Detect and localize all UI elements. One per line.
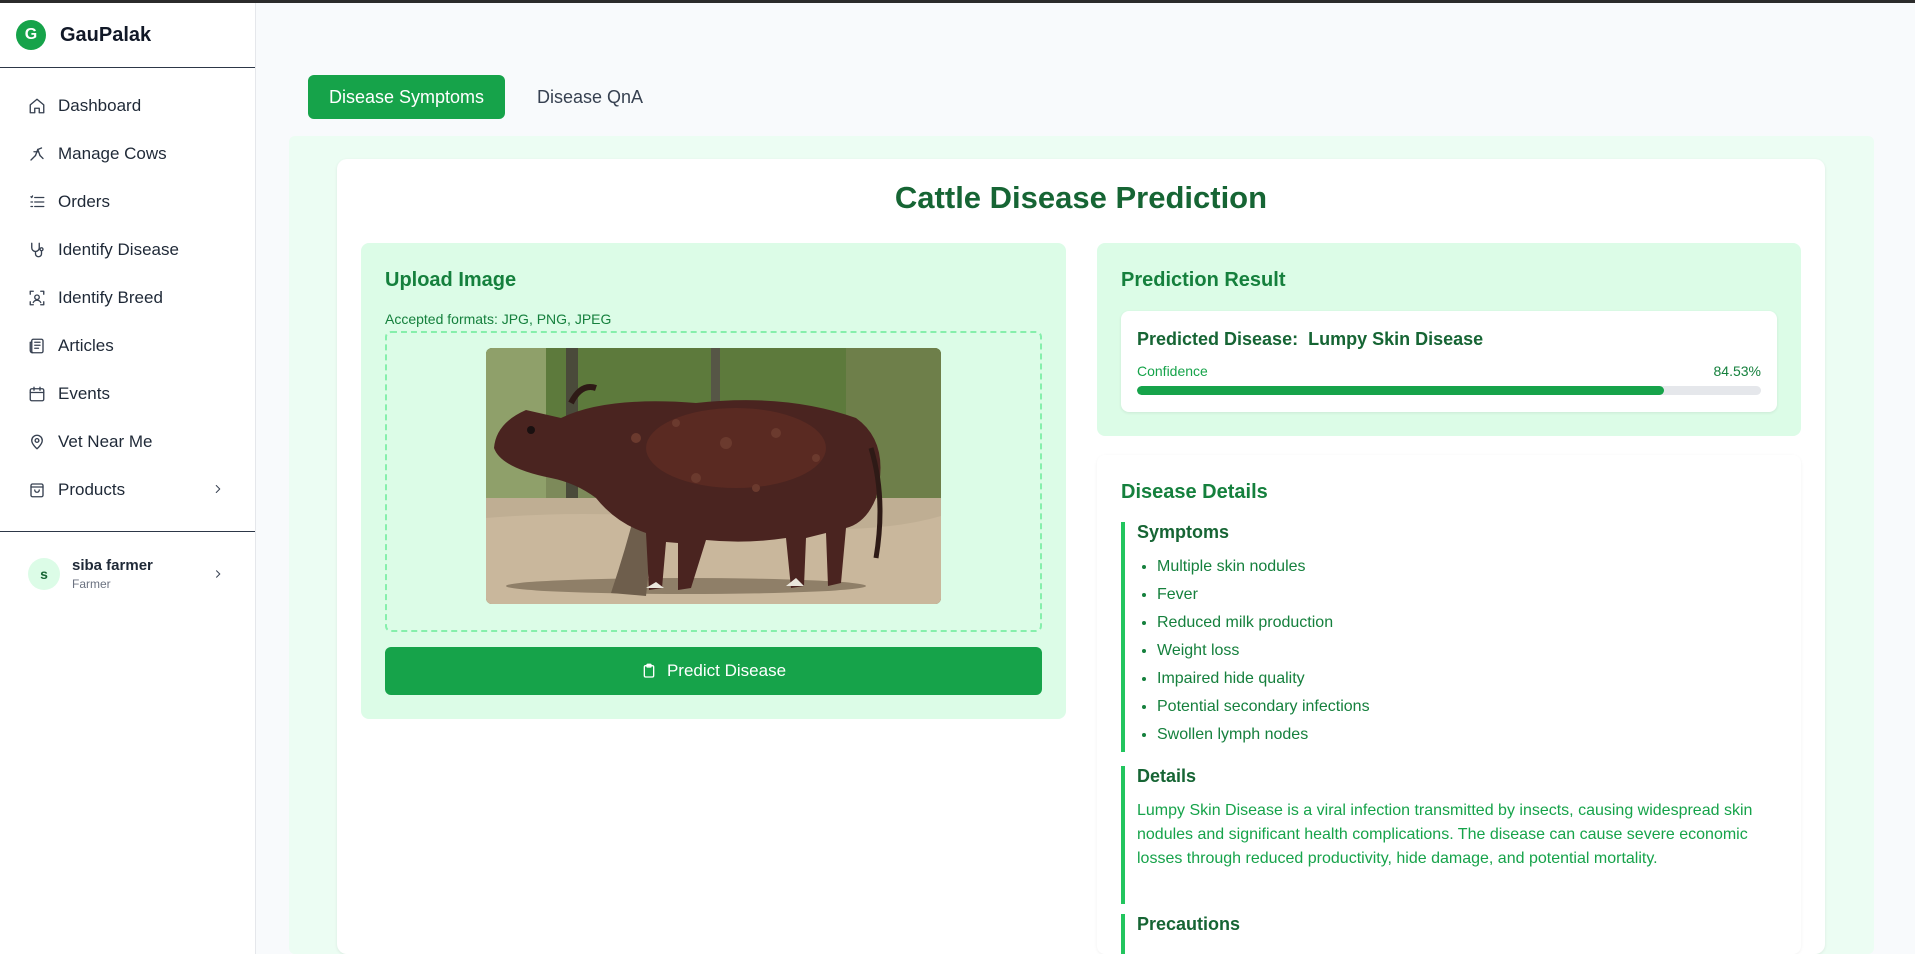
details-text: Lumpy Skin Disease is a viral infection … [1137,802,1753,867]
avatar: s [28,558,60,590]
sidebar-item-label: Identify Breed [58,288,163,307]
sidebar-item-label: Vet Near Me [58,432,153,451]
sidebar-item-label: Articles [58,336,114,355]
image-dropzone[interactable] [385,331,1042,632]
precautions-section: Precautions [1121,914,1240,954]
prediction-result-panel: Prediction Result Predicted Disease: Lum… [1097,243,1801,436]
map-pin-icon [31,434,43,450]
symptom-item: Multiple skin nodules [1157,557,1370,585]
user-menu[interactable]: s siba farmer Farmer [0,532,255,616]
user-name: siba farmer [72,557,153,574]
symptom-item: Weight loss [1157,641,1370,669]
chevron-right-icon [211,482,225,501]
predicted-disease: Predicted Disease: Lumpy Skin Disease [1137,329,1483,350]
accepted-formats: Accepted formats: JPG, PNG, JPEG [385,311,612,327]
sidebar-item-events[interactable]: Events [0,370,255,418]
chevron-right-icon [211,567,225,586]
user-role: Farmer [72,577,111,591]
precautions-heading: Precautions [1137,914,1241,934]
list-icon [30,195,45,208]
details-heading: Disease Details [1121,481,1268,503]
symptom-item: Reduced milk production [1157,613,1370,641]
predict-disease-button[interactable]: Predict Disease [385,647,1042,695]
confidence-bar [1137,386,1761,395]
clipboard-icon [643,663,655,678]
predicted-disease-label: Predicted Disease: [1137,329,1299,349]
sidebar: G GauPalak Dashboard Manage Cows Orders … [0,3,256,954]
sidebar-item-orders[interactable]: Orders [0,178,255,226]
sidebar-item-label: Dashboard [58,96,142,115]
sidebar-item-articles[interactable]: Articles [0,322,255,370]
sidebar-item-manage-cows[interactable]: Manage Cows [0,130,255,178]
symptoms-list: Multiple skin nodulesFeverReduced milk p… [1137,557,1370,753]
cow-icon [30,147,44,161]
sidebar-item-label: Identify Disease [58,240,179,259]
upload-heading: Upload Image [385,269,517,291]
confidence-bar-fill [1137,386,1665,395]
predict-disease-label: Predict Disease [666,661,787,680]
sidebar-item-vet-near-me[interactable]: Vet Near Me [0,418,255,466]
predicted-disease-value: Lumpy Skin Disease [1308,329,1484,349]
details-section: Details Lumpy Skin Disease is a viral in… [1121,766,1767,904]
calendar-icon [29,386,45,402]
symptom-item: Potential secondary infections [1157,697,1370,725]
prediction-result-box: Predicted Disease: Lumpy Skin Disease Co… [1121,311,1777,412]
upload-panel: Upload Image Accepted formats: JPG, PNG,… [361,243,1066,719]
sidebar-item-identify-disease[interactable]: Identify Disease [0,226,255,274]
disease-details-panel: Disease Details Symptoms Multiple skin n… [1097,455,1801,954]
sidebar-item-label: Orders [58,192,110,211]
tab-disease-qna[interactable]: Disease QnA [537,75,643,119]
brand[interactable]: G GauPalak [0,3,255,68]
details-subheading: Details [1137,766,1197,786]
symptom-item: Impaired hide quality [1157,669,1370,697]
sidebar-nav: Dashboard Manage Cows Orders Identify Di… [0,68,255,514]
confidence-value: 84.53% [1713,363,1761,379]
brand-name: GauPalak [60,23,152,46]
sidebar-item-dashboard[interactable]: Dashboard [0,82,255,130]
confidence-label: Confidence [1137,363,1208,379]
brand-logo: G [16,20,46,50]
uploaded-cow-image [486,348,941,604]
scan-icon [29,290,45,306]
symptoms-section: Symptoms Multiple skin nodulesFeverReduc… [1121,522,1370,752]
window-top-border [0,0,1915,3]
user-info: siba farmer Farmer [72,557,153,591]
symptom-item: Swollen lymph nodes [1157,725,1370,753]
sidebar-item-label: Events [58,384,110,403]
sidebar-item-products[interactable]: Products [0,466,255,514]
symptom-item: Fever [1157,585,1370,613]
home-icon [29,98,45,114]
sidebar-item-label: Manage Cows [58,144,167,163]
stethoscope-icon [31,242,44,258]
sidebar-item-label: Products [58,480,126,499]
shopping-bag-icon [30,483,44,498]
page-title: Cattle Disease Prediction [894,180,1268,215]
newspaper-icon [29,338,44,354]
symptoms-heading: Symptoms [1137,522,1230,542]
tab-disease-symptoms[interactable]: Disease Symptoms [308,75,505,119]
sidebar-item-identify-breed[interactable]: Identify Breed [0,274,255,322]
result-heading: Prediction Result [1121,269,1286,291]
